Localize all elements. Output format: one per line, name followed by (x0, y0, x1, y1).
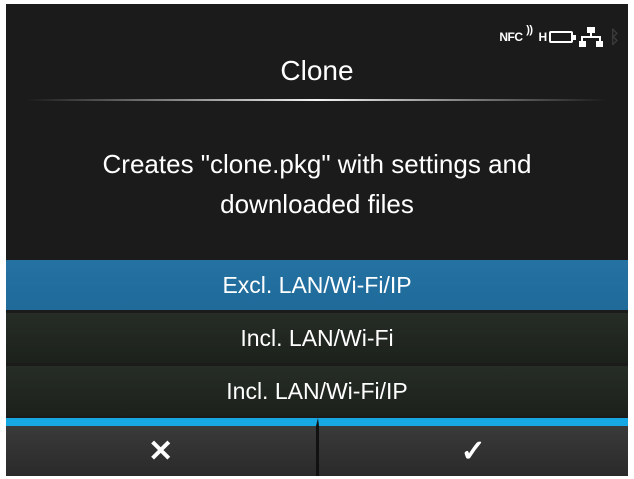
nfc-waves: )) (526, 24, 533, 36)
option-incl-lan-wifi-ip[interactable]: Incl. LAN/Wi-Fi/IP (6, 366, 628, 416)
battery-icon: H (538, 30, 577, 44)
battery-body (549, 31, 577, 43)
option-list: Excl. LAN/Wi-Fi/IP Incl. LAN/Wi-Fi Incl.… (6, 260, 628, 419)
nfc-label: NFC (499, 30, 523, 44)
action-bar: ✕ ✓ (6, 418, 628, 476)
description-line-1: Creates "clone.pkg" with settings and (102, 149, 532, 179)
description-line-2: downloaded files (220, 189, 414, 219)
option-incl-lan-wifi[interactable]: Incl. LAN/Wi-Fi (6, 313, 628, 363)
description-text: Creates "clone.pkg" with settings and do… (36, 144, 598, 224)
cancel-icon: ✕ (148, 434, 174, 468)
nfc-icon: NFC )) (499, 24, 533, 44)
bluetooth-icon: ᛒ (609, 26, 620, 47)
printer-screen: NFC )) H ᛒ Clone Creates "clone.pkg" wit… (6, 4, 628, 476)
title-divider (26, 99, 608, 101)
lan-icon (579, 27, 604, 47)
cancel-button[interactable]: ✕ (6, 418, 318, 476)
confirm-icon: ✓ (460, 434, 486, 468)
status-bar: NFC )) H ᛒ (499, 24, 620, 50)
battery-prefix: H (538, 30, 548, 44)
page-title: Clone (280, 55, 354, 86)
option-excl-lan-wifi-ip[interactable]: Excl. LAN/Wi-Fi/IP (6, 260, 628, 310)
confirm-button[interactable]: ✓ (317, 418, 628, 476)
